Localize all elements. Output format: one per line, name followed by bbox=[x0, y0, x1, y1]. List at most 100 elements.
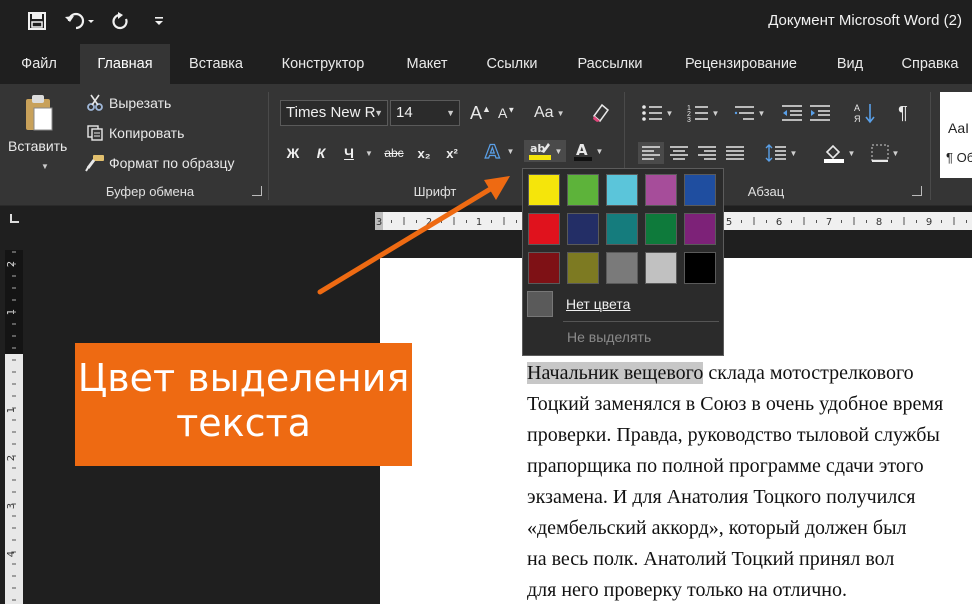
multilevel-list-button[interactable]: ▼ bbox=[730, 102, 768, 124]
vertical-ruler[interactable]: 211234 bbox=[5, 250, 23, 604]
no-color-swatch bbox=[527, 291, 553, 317]
tab-mailings[interactable]: Рассылки bbox=[566, 44, 654, 84]
tab-design[interactable]: Конструктор bbox=[268, 44, 378, 84]
tab-home[interactable]: Главная bbox=[80, 44, 170, 84]
font-name-combo[interactable]: Times New R ▼ bbox=[280, 100, 388, 126]
customize-qat-icon[interactable] bbox=[146, 8, 172, 34]
clear-formatting-icon bbox=[592, 103, 610, 123]
ruler-number: 8 bbox=[876, 217, 882, 228]
align-right-icon bbox=[698, 146, 716, 160]
redo-icon[interactable] bbox=[108, 8, 134, 34]
font-name-value: Times New R bbox=[286, 104, 376, 121]
cut-button[interactable]: Вырезать bbox=[84, 92, 171, 114]
tab-selector[interactable] bbox=[0, 206, 30, 232]
highlight-color-palette: Нет цвета Не выделять bbox=[522, 168, 724, 356]
paste-button[interactable]: Вставить ▼ bbox=[8, 92, 68, 180]
font-color-button[interactable]: A ▼ bbox=[568, 140, 608, 162]
format-painter-icon bbox=[84, 154, 106, 172]
no-color-option[interactable]: Нет цвета bbox=[527, 289, 719, 319]
highlighted-text: Начальник вещевого bbox=[527, 362, 704, 384]
copy-icon bbox=[84, 124, 106, 142]
title-bar: Документ Microsoft Word (2) bbox=[0, 0, 972, 44]
text-line: прапорщика по полной программе сдачи это… bbox=[527, 455, 924, 477]
tab-view[interactable]: Вид bbox=[826, 44, 874, 84]
ruler-number: 6 bbox=[776, 217, 782, 228]
decrease-indent-button[interactable] bbox=[780, 102, 804, 124]
tab-references[interactable]: Ссылки bbox=[474, 44, 550, 84]
paste-dropdown-icon[interactable]: ▼ bbox=[41, 162, 49, 171]
paint-bucket-icon bbox=[823, 144, 844, 163]
font-color-icon: A bbox=[573, 141, 592, 161]
callout-box: Цвет выделения текста bbox=[75, 343, 412, 466]
color-swatch[interactable] bbox=[606, 213, 638, 245]
clear-formatting-button[interactable] bbox=[590, 100, 612, 126]
numbering-icon: 123 bbox=[687, 105, 708, 123]
justify-button[interactable] bbox=[722, 142, 748, 164]
show-formatting-button[interactable]: ¶ bbox=[890, 102, 916, 124]
styles-gallery[interactable]: AaI ¶ Об bbox=[940, 92, 972, 178]
clipboard-group-label: Буфер обмена bbox=[105, 184, 195, 199]
text-line: экзамена. И для Анатолия Тоцкого получил… bbox=[527, 486, 916, 508]
align-left-button[interactable] bbox=[638, 142, 664, 164]
bullets-button[interactable]: ▼ bbox=[638, 102, 676, 124]
font-size-value: 14 bbox=[396, 104, 413, 121]
color-swatch[interactable] bbox=[645, 174, 677, 206]
color-swatch[interactable] bbox=[567, 213, 599, 245]
group-separator bbox=[268, 92, 269, 200]
shading-button[interactable]: ▼ bbox=[818, 142, 860, 164]
change-case-button[interactable]: Aa ▼ bbox=[534, 100, 565, 126]
grow-font-button[interactable]: A▲ bbox=[470, 100, 491, 126]
undo-icon[interactable] bbox=[62, 8, 98, 34]
color-swatch[interactable] bbox=[645, 252, 677, 284]
tab-review[interactable]: Рецензирование bbox=[670, 44, 812, 84]
save-icon[interactable] bbox=[24, 8, 50, 34]
tab-layout[interactable]: Макет bbox=[396, 44, 458, 84]
color-swatch[interactable] bbox=[684, 252, 716, 284]
tab-file[interactable]: Файл bbox=[8, 44, 70, 84]
copy-button[interactable]: Копировать bbox=[84, 122, 184, 144]
sort-icon: AЯ bbox=[854, 103, 875, 124]
text-line: проверки. Правда, руководство тыловой сл… bbox=[527, 424, 940, 446]
increase-indent-button[interactable] bbox=[808, 102, 832, 124]
clipboard-launcher-icon[interactable]: . bbox=[252, 186, 262, 196]
text-line: для него проверку только на отлично. bbox=[527, 579, 847, 601]
color-swatch[interactable] bbox=[567, 252, 599, 284]
callout-line-2: текста bbox=[176, 401, 311, 445]
text-line: Начальник вещевого склада мотострелковог… bbox=[527, 358, 972, 389]
scissors-icon bbox=[84, 94, 106, 112]
color-swatch[interactable] bbox=[645, 213, 677, 245]
color-swatch[interactable] bbox=[606, 252, 638, 284]
document-body[interactable]: Начальник вещевого склада мотострелковог… bbox=[527, 358, 972, 604]
color-swatch[interactable] bbox=[684, 213, 716, 245]
line-spacing-button[interactable]: ▼ bbox=[762, 142, 800, 164]
text-line-content: склада мотострелкового bbox=[708, 362, 914, 384]
color-swatch[interactable] bbox=[606, 174, 638, 206]
sort-button[interactable]: AЯ bbox=[852, 102, 878, 124]
paragraph-launcher-icon[interactable]: . bbox=[912, 186, 922, 196]
align-center-button[interactable] bbox=[666, 142, 692, 164]
tab-insert[interactable]: Вставка bbox=[178, 44, 254, 84]
paragraph-group-label: Абзац bbox=[747, 184, 785, 199]
highlight-color-button[interactable]: ab ▼ bbox=[524, 140, 566, 162]
shrink-font-button[interactable]: A▼ bbox=[498, 100, 515, 126]
chevron-down-icon: ▼ bbox=[595, 146, 604, 156]
svg-text:ab: ab bbox=[530, 142, 545, 155]
text-effects-icon: A bbox=[484, 140, 500, 162]
text-line: на весь полк. Анатолий Тоцкий принял вол bbox=[527, 548, 895, 570]
color-swatch[interactable] bbox=[567, 174, 599, 206]
align-right-button[interactable] bbox=[694, 142, 720, 164]
chevron-down-icon: ▼ bbox=[374, 108, 383, 118]
format-painter-button[interactable]: Формат по образцу bbox=[84, 152, 235, 174]
font-size-combo[interactable]: 14 ▼ bbox=[390, 100, 460, 126]
color-swatch[interactable] bbox=[684, 174, 716, 206]
text-line: Тоцкий заменялся в Союз в очень удобное … bbox=[527, 393, 944, 415]
color-swatch[interactable] bbox=[528, 174, 560, 206]
borders-button[interactable]: ▼ bbox=[866, 142, 904, 164]
tab-help[interactable]: Справка bbox=[888, 44, 972, 84]
pilcrow-icon: ¶ bbox=[898, 102, 908, 123]
text-effects-button[interactable]: A ▼ bbox=[478, 140, 518, 162]
svg-text:A: A bbox=[485, 141, 500, 162]
color-swatch[interactable] bbox=[528, 252, 560, 284]
numbering-button[interactable]: 1 2 3 ▼ bbox=[684, 102, 722, 124]
color-swatch[interactable] bbox=[528, 213, 560, 245]
